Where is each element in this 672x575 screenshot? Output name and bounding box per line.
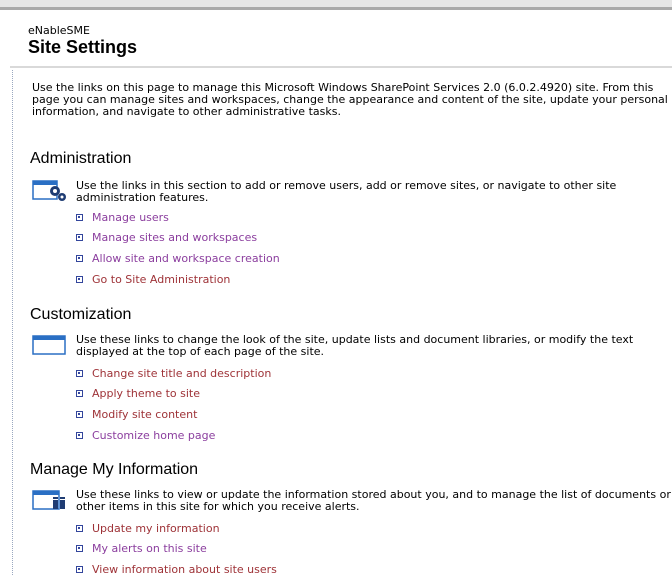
list-item: Change site title and description: [76, 363, 271, 384]
bullet-icon: [76, 234, 83, 242]
bullet-icon: [76, 254, 83, 262]
bullet-icon: [76, 545, 83, 553]
list-item: Apply theme to site: [76, 384, 271, 405]
bullet-icon: [76, 275, 83, 283]
list-item: Customize home page: [76, 425, 271, 446]
page-title: Site Settings: [28, 37, 138, 57]
gears-icon: [31, 178, 71, 202]
section-description-administration: Use the links in this section to add or …: [76, 180, 617, 204]
section-title-administration: Administration: [30, 150, 132, 167]
site-name[interactable]: eNableSME: [28, 24, 90, 37]
bullet-icon: [76, 431, 83, 439]
link-list-manage-my-information: Update my information My alerts on this …: [76, 518, 277, 575]
apply-theme-link[interactable]: Apply theme to site: [92, 387, 200, 400]
list-item: Go to Site Administration: [76, 269, 280, 290]
change-site-title-link[interactable]: Change site title and description: [92, 367, 271, 380]
top-bar: [0, 0, 672, 10]
section-title-manage-my-information: Manage My Information: [30, 461, 199, 478]
customize-home-page-link[interactable]: Customize home page: [92, 429, 215, 442]
list-item: Manage users: [76, 207, 280, 228]
update-my-information-link[interactable]: Update my information: [92, 522, 220, 535]
list-item: View information about site users: [76, 559, 277, 575]
link-list-administration: Manage users Manage sites and workspaces…: [76, 207, 280, 289]
bullet-icon: [76, 390, 83, 398]
manage-users-link[interactable]: Manage users: [92, 211, 169, 224]
view-site-users-link[interactable]: View information about site users: [92, 563, 277, 575]
intro-text: Use the links on this page to manage thi…: [32, 81, 668, 118]
allow-site-creation-link[interactable]: Allow site and workspace creation: [92, 252, 280, 265]
list-item: Allow site and workspace creation: [76, 248, 280, 269]
user-info-icon: [31, 488, 71, 512]
manage-sites-link[interactable]: Manage sites and workspaces: [92, 231, 257, 244]
list-item: Manage sites and workspaces: [76, 228, 280, 249]
left-border: [12, 70, 13, 575]
list-item: Update my information: [76, 518, 277, 539]
section-title-customization: Customization: [30, 306, 132, 323]
bullet-icon: [76, 565, 83, 573]
site-administration-link[interactable]: Go to Site Administration: [92, 273, 230, 286]
section-description-customization: Use these links to change the look of th…: [76, 334, 634, 358]
header-divider: [10, 66, 672, 68]
list-item: My alerts on this site: [76, 539, 277, 560]
list-item: Modify site content: [76, 404, 271, 425]
bullet-icon: [76, 213, 83, 221]
bullet-icon: [76, 410, 83, 418]
modify-site-content-link[interactable]: Modify site content: [92, 408, 197, 421]
bullet-icon: [76, 524, 83, 532]
bullet-icon: [76, 369, 83, 377]
section-description-manage-my-information: Use these links to view or update the in…: [76, 489, 671, 513]
my-alerts-link[interactable]: My alerts on this site: [92, 542, 207, 555]
window-icon: [31, 333, 71, 357]
link-list-customization: Change site title and description Apply …: [76, 363, 271, 445]
